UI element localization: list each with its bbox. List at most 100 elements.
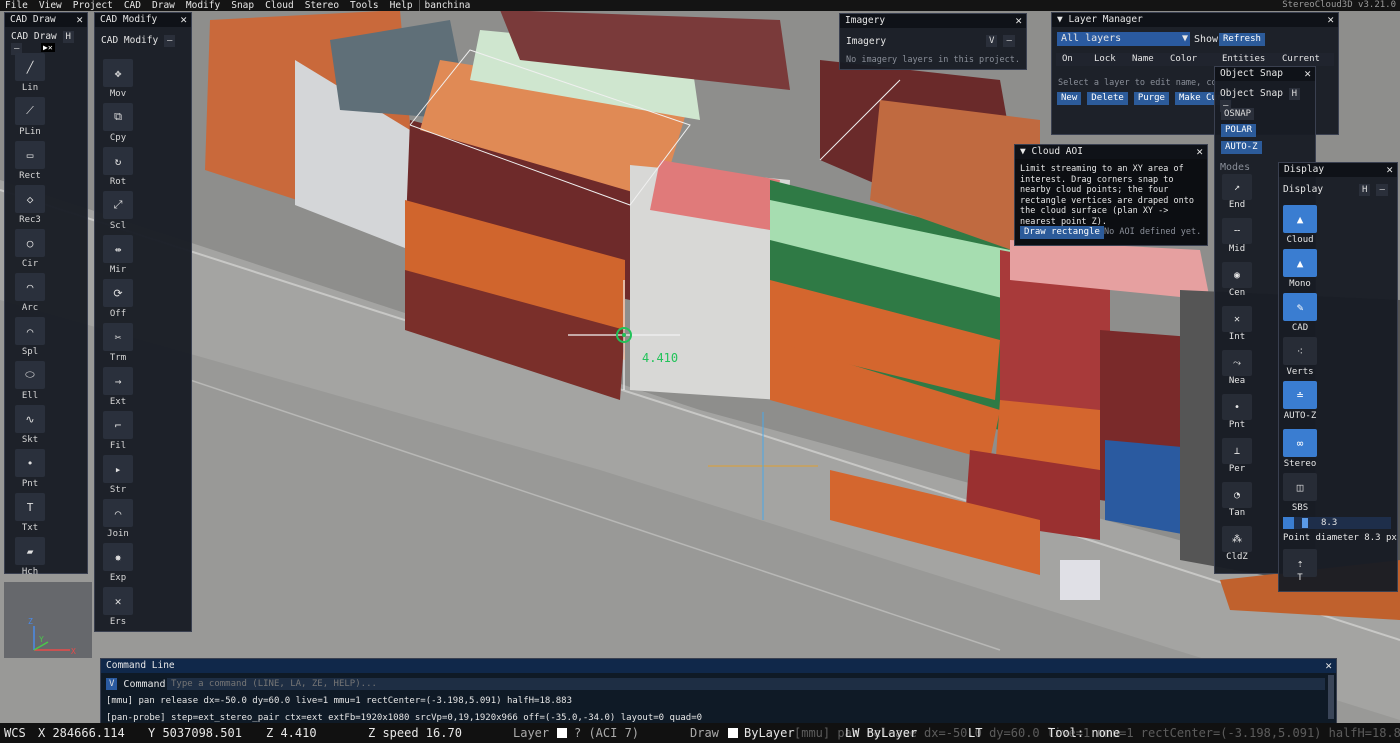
snap-intersection[interactable]: ✕ Int <box>1221 306 1253 342</box>
display-cad-toggle[interactable]: ✎ CAD <box>1283 293 1317 333</box>
snap-mid[interactable]: ╌ Mid <box>1221 218 1253 254</box>
column-header[interactable]: Lock <box>1094 53 1116 66</box>
tool-offset[interactable]: ⟳ Off <box>101 279 135 319</box>
tool-fillet[interactable]: ⌐ Fil <box>101 411 135 451</box>
menu-help[interactable]: Help <box>385 0 419 11</box>
menu-draw[interactable]: Draw <box>147 0 181 11</box>
tool-copy[interactable]: ⧉ Cpy <box>101 103 135 143</box>
display-sbs-toggle[interactable]: ◫ SBS <box>1283 473 1317 513</box>
close-icon[interactable]: ✕ <box>76 13 83 27</box>
column-header[interactable]: Color <box>1170 53 1197 66</box>
tool-rect3[interactable]: ◇ Rec3 <box>13 185 47 225</box>
layer-value[interactable]: ? (ACI 7) <box>574 723 639 743</box>
tool-explode[interactable]: ✸ Exp <box>101 543 135 583</box>
hide-button[interactable]: H <box>1359 184 1371 196</box>
draw-rectangle-button[interactable]: Draw rectangle <box>1020 226 1104 239</box>
collapse-button[interactable]: – <box>1003 35 1015 47</box>
cloud-aoi-titlebar[interactable]: ▼ Cloud AOI ✕ <box>1015 145 1207 159</box>
tool-erase[interactable]: ✕ Ers <box>101 587 135 627</box>
draw-color-swatch[interactable] <box>728 728 738 738</box>
visibility-button[interactable]: V <box>986 35 998 47</box>
close-icon[interactable]: ✕ <box>1325 659 1332 673</box>
tool-arc[interactable]: ◠ Arc <box>13 273 47 313</box>
tool-rect[interactable]: ▭ Rect <box>13 141 47 181</box>
tool-circle[interactable]: ○ Cir <box>13 229 47 269</box>
hide-button[interactable]: H <box>1288 88 1301 100</box>
tool-polyline[interactable]: ⟋ PLin <box>13 97 47 137</box>
command-input[interactable] <box>167 678 1325 690</box>
tool-move[interactable]: ✥ Mov <box>101 59 135 99</box>
tool-text[interactable]: T Txt <box>13 493 47 533</box>
tool-point[interactable]: • Pnt <box>13 449 47 489</box>
display-autoz-toggle[interactable]: ≐ AUTO-Z <box>1283 381 1317 421</box>
slider-knob[interactable] <box>1301 518 1308 528</box>
object-snap-titlebar[interactable]: Object Snap ✕ <box>1215 67 1315 81</box>
menu-modify[interactable]: Modify <box>181 0 226 11</box>
autoz-toggle[interactable]: AUTO-Z <box>1221 141 1262 154</box>
collapse-button[interactable]: – <box>1376 184 1388 196</box>
display-verts-toggle[interactable]: ⁖ Verts <box>1283 337 1317 377</box>
menu-tools[interactable]: Tools <box>345 0 385 11</box>
scrollbar[interactable] <box>1328 675 1334 719</box>
menu-project[interactable]: Project <box>68 0 119 11</box>
cad-draw-titlebar[interactable]: CAD Draw ✕ <box>5 13 87 27</box>
command-toggle-button[interactable]: V <box>106 678 118 690</box>
close-icon[interactable]: ✕ <box>1386 163 1393 177</box>
snap-perpendicular[interactable]: ⊥ Per <box>1221 438 1253 474</box>
menu-stereo[interactable]: Stereo <box>300 0 345 11</box>
tool-spline[interactable]: ⌒ Spl <box>13 317 47 357</box>
tool-rotate[interactable]: ↻ Rot <box>101 147 135 187</box>
polar-toggle[interactable]: POLAR <box>1221 124 1257 137</box>
close-icon[interactable]: ✕ <box>180 13 187 27</box>
play-icon[interactable]: ▶✕ <box>41 43 55 52</box>
close-icon[interactable]: ✕ <box>1196 145 1203 159</box>
display-cloud-toggle[interactable]: ▲ Cloud <box>1283 205 1317 245</box>
tool-ellipse[interactable]: ⬭ Ell <box>13 361 47 401</box>
tool-line[interactable]: ╱ Lin <box>13 53 47 93</box>
tool-join[interactable]: ⌒ Join <box>101 499 135 539</box>
point-diameter-slider[interactable]: 8.3 <box>1283 517 1391 529</box>
hide-button[interactable]: H <box>62 31 74 43</box>
close-icon[interactable]: ✕ <box>1327 13 1334 27</box>
column-header[interactable]: Name <box>1132 53 1154 66</box>
draw-color-value[interactable]: ByLayer <box>744 723 795 743</box>
snap-point[interactable]: • Pnt <box>1221 394 1253 430</box>
display-mono-toggle[interactable]: ▲ Mono <box>1283 249 1317 289</box>
tool-sketch[interactable]: ∿ Skt <box>13 405 47 445</box>
snap-center[interactable]: ◉ Cen <box>1221 262 1253 298</box>
imagery-titlebar[interactable]: Imagery ✕ <box>840 14 1026 28</box>
snap-nearest[interactable]: ⤳ Nea <box>1221 350 1253 386</box>
menu-snap[interactable]: Snap <box>226 0 260 11</box>
new-layer-button[interactable]: New <box>1057 92 1082 105</box>
purge-button[interactable]: Purge <box>1133 92 1169 105</box>
column-header[interactable]: Entities <box>1222 53 1265 66</box>
display-stereo-toggle[interactable]: ∞ Stereo <box>1283 429 1317 469</box>
cad-modify-titlebar[interactable]: CAD Modify ✕ <box>95 13 191 27</box>
layer-color-swatch[interactable] <box>557 728 567 738</box>
menu-cloud[interactable]: Cloud <box>260 0 300 11</box>
tool-hatch[interactable]: ▰ Hch <box>13 537 47 577</box>
tool-scale[interactable]: ⤢ Scl <box>101 191 135 231</box>
column-header[interactable]: Current <box>1282 53 1320 66</box>
tool-trim[interactable]: ✂ Trm <box>101 323 135 363</box>
delete-layer-button[interactable]: Delete <box>1087 92 1128 105</box>
layer-manager-titlebar[interactable]: ▼ Layer Manager ✕ <box>1052 13 1338 27</box>
display-titlebar[interactable]: Display ✕ <box>1279 163 1397 177</box>
menu-file[interactable]: File <box>0 0 34 11</box>
collapse-button[interactable]: – <box>163 35 176 47</box>
snap-end[interactable]: ↗ End <box>1221 174 1253 210</box>
refresh-button[interactable]: Refresh <box>1219 33 1265 46</box>
snap-tangent[interactable]: ◔ Tan <box>1221 482 1253 518</box>
close-icon[interactable]: ✕ <box>1015 14 1022 28</box>
snap-cloud-z[interactable]: ⁂ CldZ <box>1221 526 1253 562</box>
display-text-toggle[interactable]: ⇡ T <box>1283 549 1317 583</box>
menu-view[interactable]: View <box>34 0 68 11</box>
command-line-titlebar[interactable]: Command Line ✕ <box>101 659 1336 673</box>
tool-mirror[interactable]: ⇹ Mir <box>101 235 135 275</box>
menu-cad[interactable]: CAD <box>119 0 147 11</box>
tool-extend[interactable]: → Ext <box>101 367 135 407</box>
osnap-toggle[interactable]: OSNAP <box>1221 108 1255 120</box>
layer-filter-select[interactable]: All layers ▼ <box>1057 32 1190 46</box>
close-icon[interactable]: ✕ <box>1304 67 1311 81</box>
tool-stretch[interactable]: ▸ Str <box>101 455 135 495</box>
